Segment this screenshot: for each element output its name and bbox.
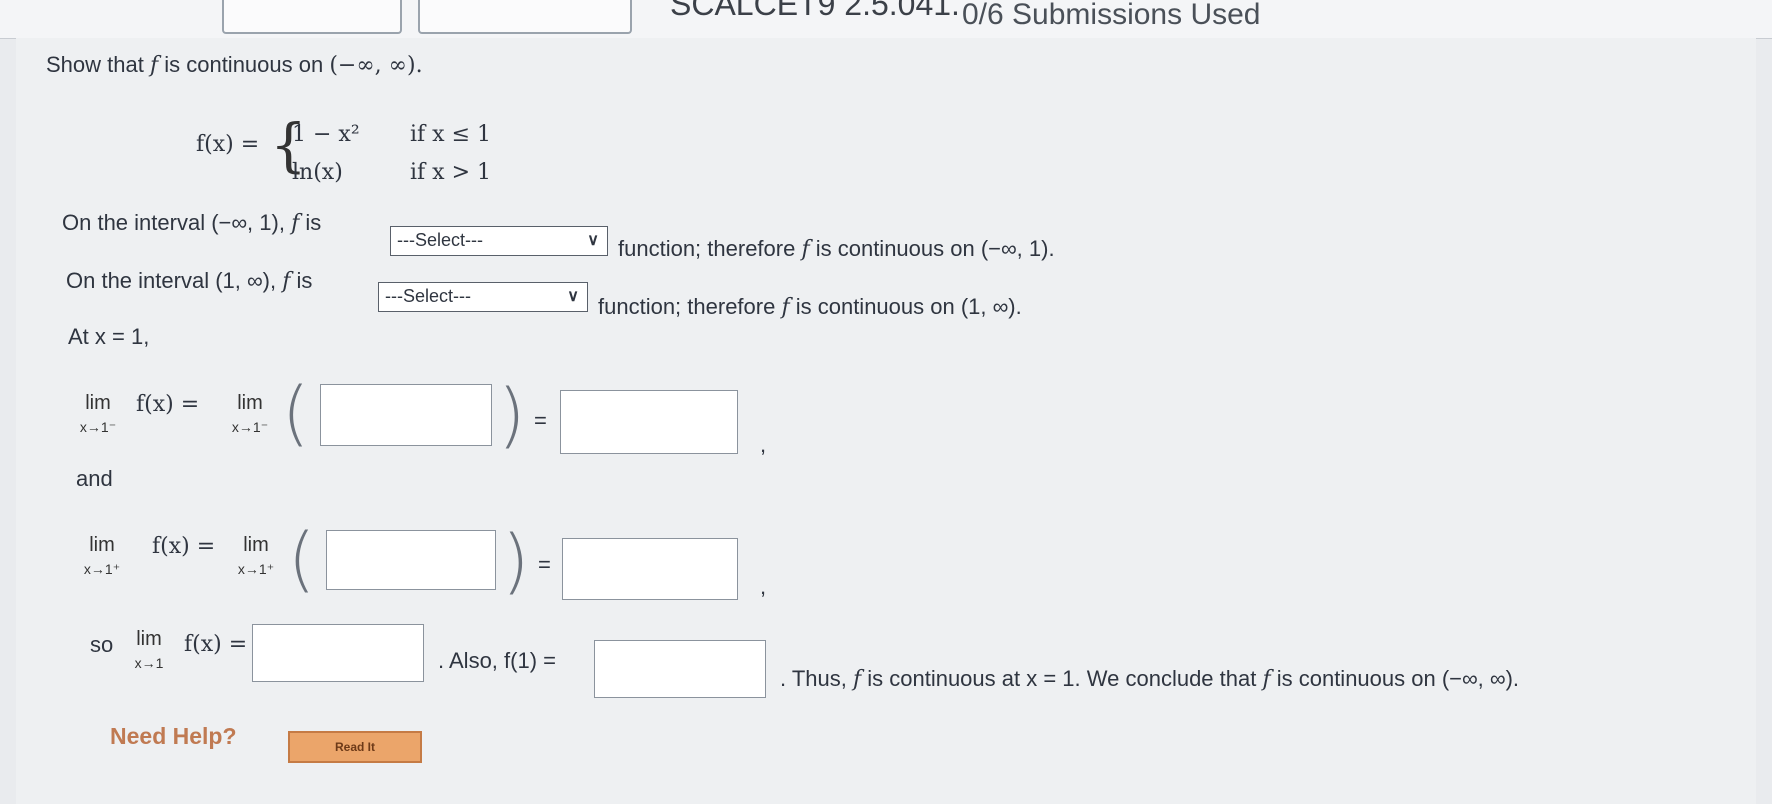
lim-subscript: x→1⁺: [83, 561, 121, 577]
line1-suffix: function; therefore: [618, 236, 802, 261]
close-paren: ): [498, 374, 526, 456]
f-symbol: f: [1262, 667, 1271, 692]
submissions-count: 0/6 Submissions Used: [962, 0, 1261, 31]
at-x-label: At x = 1,: [68, 324, 150, 349]
interval-all: (−∞, ∞).: [329, 53, 423, 78]
top-button-2[interactable]: [418, 0, 632, 34]
function-type-select-1[interactable]: ---Select--- ∨: [390, 226, 608, 256]
fx-label: f(x) =: [196, 132, 260, 157]
f-symbol: f: [801, 237, 810, 262]
limit-notation: lim x→1: [124, 628, 174, 671]
interval-line-1-end: function; therefore f is continuous on (…: [618, 236, 1055, 262]
lim-subscript: x→1⁺: [237, 561, 275, 577]
open-paren: (: [288, 518, 316, 600]
piece1-expression: 1 − x²: [292, 122, 360, 147]
left-limit-notation-2: lim x→1⁻: [222, 392, 278, 436]
line1-suffix2: is continuous on (−∞, 1).: [809, 236, 1055, 261]
chevron-down-icon: ∨: [567, 288, 579, 305]
read-it-button[interactable]: Read It: [288, 731, 422, 763]
right-limit-notation-2: lim x→1⁺: [228, 534, 284, 578]
right-limit-expression-input[interactable]: [326, 530, 496, 590]
also-label: . Also, f(1) =: [438, 648, 556, 673]
lim-subscript: x→1: [134, 655, 164, 671]
f-symbol: f: [781, 295, 790, 320]
lim-word: lim: [237, 392, 263, 414]
assignment-code: SCALCET9 2.5.041.: [670, 0, 960, 22]
piece2-condition: if x > 1: [410, 160, 491, 185]
intro-suffix: is continuous on: [158, 52, 330, 77]
lim-word: lim: [85, 392, 111, 414]
top-bar: SCALCET9 2.5.041. 0/6 Submissions Used: [0, 0, 1772, 39]
lim-word: lim: [136, 628, 162, 650]
fx-equals: f(x) =: [184, 632, 248, 657]
fx-equals: f(x) =: [136, 392, 200, 417]
f-symbol: f: [852, 667, 862, 692]
lim-word: lim: [89, 534, 115, 556]
intro-line: Show that f is continuous on (−∞, ∞).: [46, 52, 423, 78]
equals-sign: =: [534, 408, 547, 433]
function-type-select-2[interactable]: ---Select--- ∨: [378, 282, 588, 312]
f-of-1-input[interactable]: [594, 640, 766, 698]
left-limit-notation: lim x→1⁻: [70, 392, 126, 436]
thus-end: is continuous on (−∞, ∞).: [1270, 666, 1520, 691]
line2-prefix: On the interval (1, ∞),: [66, 268, 283, 293]
right-limit-notation: lim x→1⁺: [74, 534, 130, 578]
f-symbol: f: [149, 53, 159, 78]
thus-prefix: . Thus,: [780, 666, 853, 691]
interval-line-2: On the interval (1, ∞), f is: [66, 268, 312, 294]
thus-mid: is continuous at x = 1. We conclude that: [861, 666, 1263, 691]
intro-prefix: Show that: [46, 52, 150, 77]
left-limit-value-input[interactable]: [560, 390, 738, 454]
fx-equals: f(x) =: [152, 534, 216, 559]
piece2-expression: ln(x): [292, 160, 343, 185]
line2-is: is: [290, 268, 313, 293]
right-limit-value-input[interactable]: [562, 538, 738, 600]
comma: ,: [760, 574, 767, 599]
line1-prefix: On the interval (−∞, 1),: [62, 210, 292, 235]
chevron-down-icon: ∨: [587, 232, 599, 249]
open-paren: (: [282, 372, 310, 454]
line2-suffix2: is continuous on (1, ∞).: [789, 294, 1022, 319]
line2-suffix: function; therefore: [598, 294, 782, 319]
so-label: so: [90, 632, 114, 657]
line1-is: is: [299, 210, 322, 235]
and-label: and: [76, 466, 113, 491]
top-button-1[interactable]: [222, 0, 402, 34]
lim-word: lim: [243, 534, 269, 556]
interval-line-1: On the interval (−∞, 1), f is: [62, 210, 321, 236]
interval-line-2-end: function; therefore f is continuous on (…: [598, 294, 1022, 320]
equals-sign: =: [538, 552, 551, 577]
f-symbol: f: [291, 211, 300, 236]
lim-subscript: x→1⁻: [79, 419, 117, 435]
need-help-label: Need Help?: [110, 723, 237, 749]
select-value: ---Select---: [397, 230, 483, 250]
comma: ,: [760, 432, 767, 457]
limit-value-input[interactable]: [252, 624, 424, 682]
piece1-condition: if x ≤ 1: [410, 122, 491, 147]
conclusion-line: . Thus, f is continuous at x = 1. We con…: [780, 666, 1519, 692]
left-limit-expression-input[interactable]: [320, 384, 492, 446]
lim-subscript: x→1⁻: [231, 419, 269, 435]
close-paren: ): [502, 520, 530, 602]
select-value: ---Select---: [385, 286, 471, 306]
